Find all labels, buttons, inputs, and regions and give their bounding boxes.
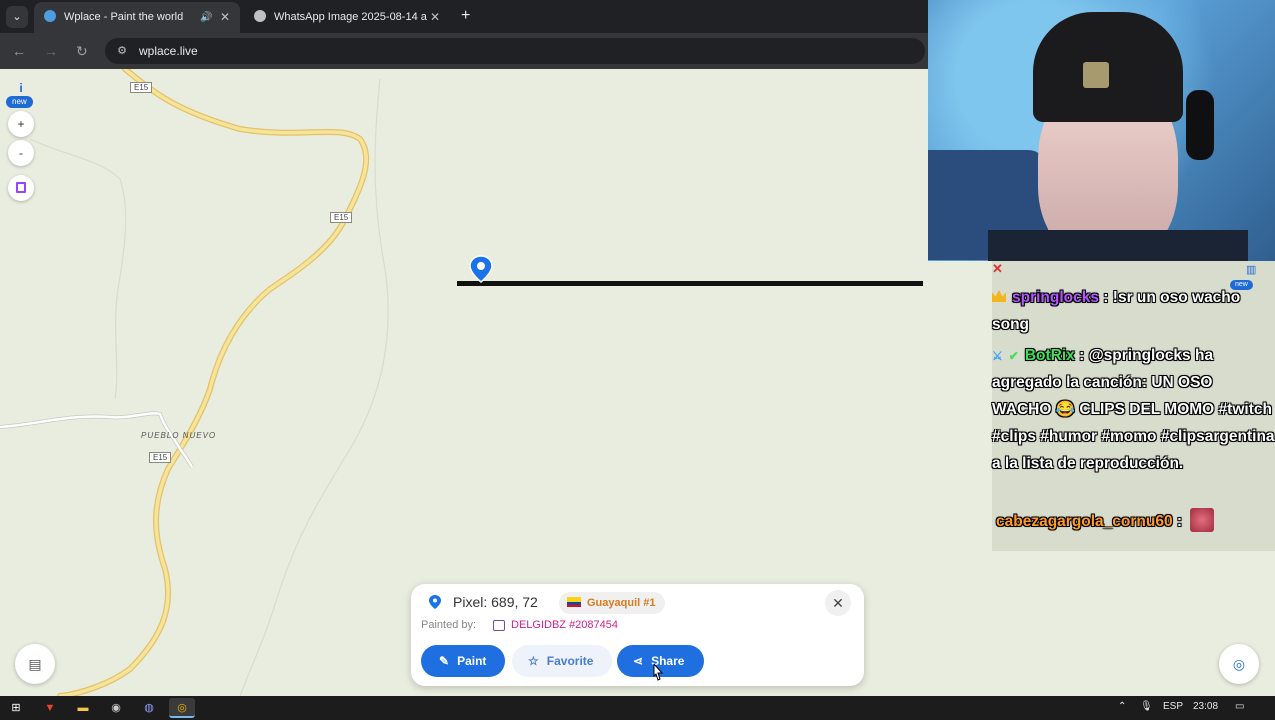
mouse-cursor-icon <box>653 664 663 681</box>
road-label-e15: E15 <box>130 82 153 93</box>
zoom-out-button[interactable]: - <box>8 140 34 166</box>
pixel-info-panel: Pixel: 689, 72 Guayaquil #1 ✕ Painted by… <box>411 584 864 686</box>
road-label-e15: E15 <box>330 212 353 223</box>
chat-username: cabezagargola_cornu60 <box>996 513 1173 530</box>
map-pin-icon[interactable] <box>469 255 493 283</box>
share-icon: ⋖ <box>633 654 644 668</box>
beanie-logo <box>1083 62 1109 88</box>
chat-username: springlocks <box>1012 289 1099 306</box>
browser-toolbar: ← → ↻ ⚙ wplace.live <box>0 33 930 69</box>
region-name: Guayaquil #1 <box>587 597 656 609</box>
tab-close-icon[interactable]: ✕ <box>220 2 230 33</box>
location-pin-icon <box>429 595 441 609</box>
painted-by-label: Painted by: <box>421 619 477 631</box>
brave-browser-icon[interactable]: ▼ <box>37 698 63 718</box>
map-layers-button[interactable]: ▤ <box>15 644 55 684</box>
webcam-shirt <box>988 230 1248 261</box>
chat-emote-icon <box>1190 508 1215 532</box>
address-bar[interactable]: ⚙ wplace.live <box>105 38 925 64</box>
painter-avatar-icon <box>493 620 505 631</box>
chat-username: BotRix <box>1024 347 1075 364</box>
browser-tab-bar: ⌄ Wplace - Paint the world 🔊 ✕ WhatsApp … <box>0 0 930 33</box>
pixel-coordinates: Pixel: 689, 72 <box>453 594 538 610</box>
zoom-in-button[interactable]: + <box>8 111 34 137</box>
webcam-headset <box>1186 90 1214 160</box>
close-panel-button[interactable]: ✕ <box>825 590 851 616</box>
new-tab-button[interactable]: + <box>461 6 470 26</box>
verified-icon: ✔ <box>1008 349 1019 363</box>
clock[interactable]: 23:08 <box>1193 701 1218 712</box>
globe-favicon-icon <box>254 10 266 22</box>
tab-title: Wplace - Paint the world <box>64 11 184 23</box>
url-text: wplace.live <box>139 44 198 58</box>
speaker-icon[interactable]: 🔊 <box>200 2 212 33</box>
back-arrow-icon[interactable]: ← <box>12 42 26 60</box>
chrome-icon[interactable]: ◎ <box>169 698 195 718</box>
tab-search-chevron-icon[interactable]: ⌄ <box>6 6 28 28</box>
ecuador-flag-icon <box>567 597 581 607</box>
painted-pixel-line[interactable] <box>457 281 923 286</box>
chat-message: springlocks : !sr un oso wacho song <box>992 289 1241 333</box>
notifications-icon[interactable]: ▭ <box>1235 701 1244 712</box>
tab-wplace[interactable]: Wplace - Paint the world 🔊 ✕ <box>34 2 240 33</box>
pencil-icon: ✎ <box>439 654 450 668</box>
windows-start-icon[interactable]: ⊞ <box>3 698 29 718</box>
chat-message: cabezagargola_cornu60 : <box>996 508 1275 535</box>
layers-icon: ▤ <box>28 656 42 672</box>
site-settings-icon[interactable]: ⚙ <box>115 44 129 58</box>
favorite-button-label: Favorite <box>546 654 594 668</box>
discord-icon[interactable]: ◍ <box>136 698 162 718</box>
webcam-overlay <box>928 0 1275 261</box>
tab-title: WhatsApp Image 2025-08-14 a <box>274 11 427 23</box>
locate-me-button[interactable]: ◎ <box>1219 644 1259 684</box>
reload-icon[interactable]: ↻ <box>76 42 88 60</box>
stream-chat-overlay: ✕ ▥ new springlocks : !sr un oso wacho s… <box>992 261 1275 551</box>
tab-close-icon[interactable]: ✕ <box>430 2 440 33</box>
sword-icon: ⚔ <box>992 349 1003 363</box>
new-badge: new <box>6 96 33 108</box>
star-icon: ☆ <box>528 654 539 668</box>
twitch-button[interactable] <box>8 175 34 201</box>
leaderboard-icon[interactable]: ▥ <box>1246 263 1256 276</box>
globe-favicon-icon <box>44 10 56 22</box>
microphone-icon[interactable]: 🎙 <box>1140 701 1153 712</box>
favorite-button[interactable]: ☆ Favorite <box>512 645 612 677</box>
tray-chevron-icon[interactable]: ⌃ <box>1118 701 1126 712</box>
crosshair-icon: ◎ <box>1232 656 1246 672</box>
paint-button-label: Paint <box>457 654 487 668</box>
tab-whatsapp-image[interactable]: WhatsApp Image 2025-08-14 a ✕ <box>244 2 454 33</box>
windows-taskbar: ⊞ ▼ ▬ ◉ ◍ ◎ ⌃ 🎙 ESP 23:08 ▭ <box>0 696 1275 720</box>
chat-text: @springlocks ha agregado la canción: UN … <box>992 347 1275 472</box>
crown-icon <box>992 290 1006 302</box>
chat-message: ⚔ ✔ BotRix : @springlocks ha agregado la c… <box>992 342 1275 477</box>
twitch-icon <box>16 182 26 193</box>
forward-arrow-icon[interactable]: → <box>44 42 58 60</box>
paint-button[interactable]: ✎ Paint <box>421 645 505 677</box>
obs-icon[interactable]: ◉ <box>103 698 129 718</box>
chat-badge-icon: ✕ <box>992 261 1003 276</box>
screen: ⌄ Wplace - Paint the world 🔊 ✕ WhatsApp … <box>0 0 1275 720</box>
painter-name[interactable]: DELGIDBZ #2087454 <box>511 619 618 631</box>
region-badge[interactable]: Guayaquil #1 <box>559 592 666 614</box>
language-indicator[interactable]: ESP <box>1163 701 1183 712</box>
file-explorer-icon[interactable]: ▬ <box>70 698 96 718</box>
place-label: PUEBLO NUEVO <box>141 431 217 440</box>
road-label-e15: E15 <box>149 452 172 463</box>
